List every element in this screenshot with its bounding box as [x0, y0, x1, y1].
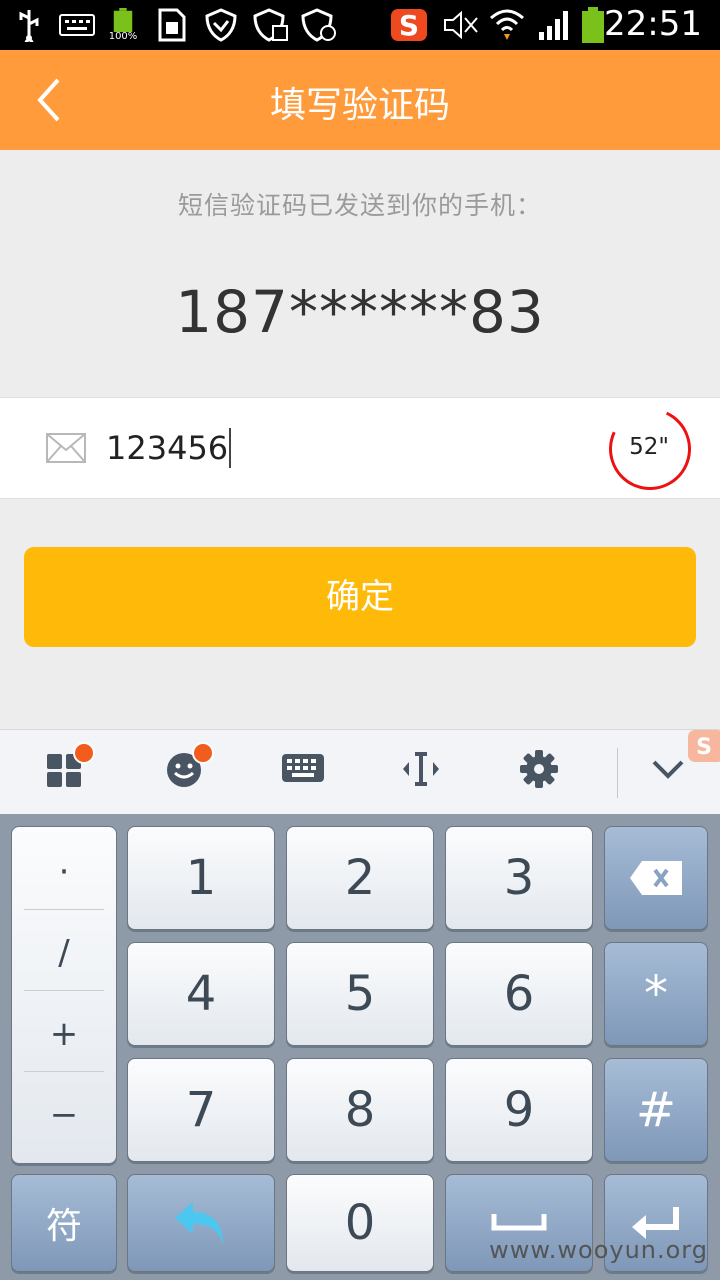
cursor-icon[interactable] [400, 748, 446, 794]
key-3[interactable]: 3 [445, 826, 593, 930]
divider [24, 990, 104, 991]
confirm-button[interactable]: 确定 [24, 547, 696, 647]
watermark-text: www.wooyun.org [489, 1236, 708, 1264]
symbol-key-plus[interactable]: + [12, 994, 116, 1074]
key-5[interactable]: 5 [286, 942, 434, 1046]
sogou-icon: S [688, 730, 720, 770]
backspace-button[interactable] [604, 826, 708, 930]
sogou-icon: S [388, 8, 430, 42]
verification-code-row: 123456 52" [0, 396, 720, 502]
symbols-key[interactable]: 符 [11, 1174, 117, 1272]
svg-text:S: S [696, 735, 712, 760]
shield-cube-icon [252, 8, 290, 42]
sms-sent-text: 短信验证码已发送到你的手机： [177, 191, 542, 220]
notification-dot [73, 742, 95, 764]
notification-dot [192, 742, 214, 764]
signal-icon [536, 8, 572, 42]
mute-icon [440, 8, 480, 42]
key-6[interactable]: 6 [445, 942, 593, 1046]
symbol-column: · / + − [11, 826, 117, 1164]
status-bar: 100% S 22:51 [0, 0, 720, 50]
key-2[interactable]: 2 [286, 826, 434, 930]
divider [24, 909, 104, 910]
shield-settings-icon [300, 8, 338, 42]
status-time: 22:51 [604, 4, 702, 44]
divider [24, 1071, 104, 1072]
key-star[interactable]: * [604, 942, 708, 1046]
emoji-icon[interactable] [164, 742, 214, 794]
key-4[interactable]: 4 [127, 942, 275, 1046]
space-icon [491, 1214, 547, 1231]
wifi-icon [488, 8, 526, 42]
symbol-key-dot[interactable]: · [12, 832, 116, 912]
backspace-icon [630, 861, 682, 895]
return-button[interactable] [127, 1174, 275, 1272]
gear-icon[interactable] [518, 748, 564, 794]
app-header: 填写验证码 [0, 50, 720, 150]
symbol-key-minus[interactable]: − [12, 1075, 116, 1155]
battery-percent-label: 100% [108, 31, 138, 42]
symbol-key-slash[interactable]: / [12, 913, 116, 993]
numeric-keyboard: · / + − 1 2 3 4 5 6 * 7 8 9 # 符 0 [0, 814, 720, 1280]
shield-icon [204, 8, 238, 42]
undo-arrow-icon [175, 1202, 223, 1244]
key-hash[interactable]: # [604, 1058, 708, 1162]
battery-full-icon: 100% [108, 8, 138, 42]
key-0[interactable]: 0 [286, 1174, 434, 1272]
masked-phone-number: 187******83 [175, 278, 545, 346]
svg-text:S: S [399, 9, 419, 42]
keyboard-icon[interactable] [280, 748, 326, 794]
page-title: 填写验证码 [269, 85, 450, 126]
sd-card-icon [156, 8, 188, 42]
key-1[interactable]: 1 [127, 826, 275, 930]
keyboard-icon [58, 8, 96, 42]
key-8[interactable]: 8 [286, 1058, 434, 1162]
key-7[interactable]: 7 [127, 1058, 275, 1162]
mail-icon [46, 433, 86, 467]
ime-toolbar: S [0, 729, 720, 815]
grid-apps-icon[interactable] [45, 742, 95, 794]
verification-code-input[interactable]: 123456 [106, 428, 232, 468]
battery-icon [580, 7, 606, 43]
usb-icon [14, 8, 44, 42]
key-9[interactable]: 9 [445, 1058, 593, 1162]
countdown-timer[interactable]: 52" [608, 434, 690, 460]
toolbar-divider [617, 748, 618, 798]
